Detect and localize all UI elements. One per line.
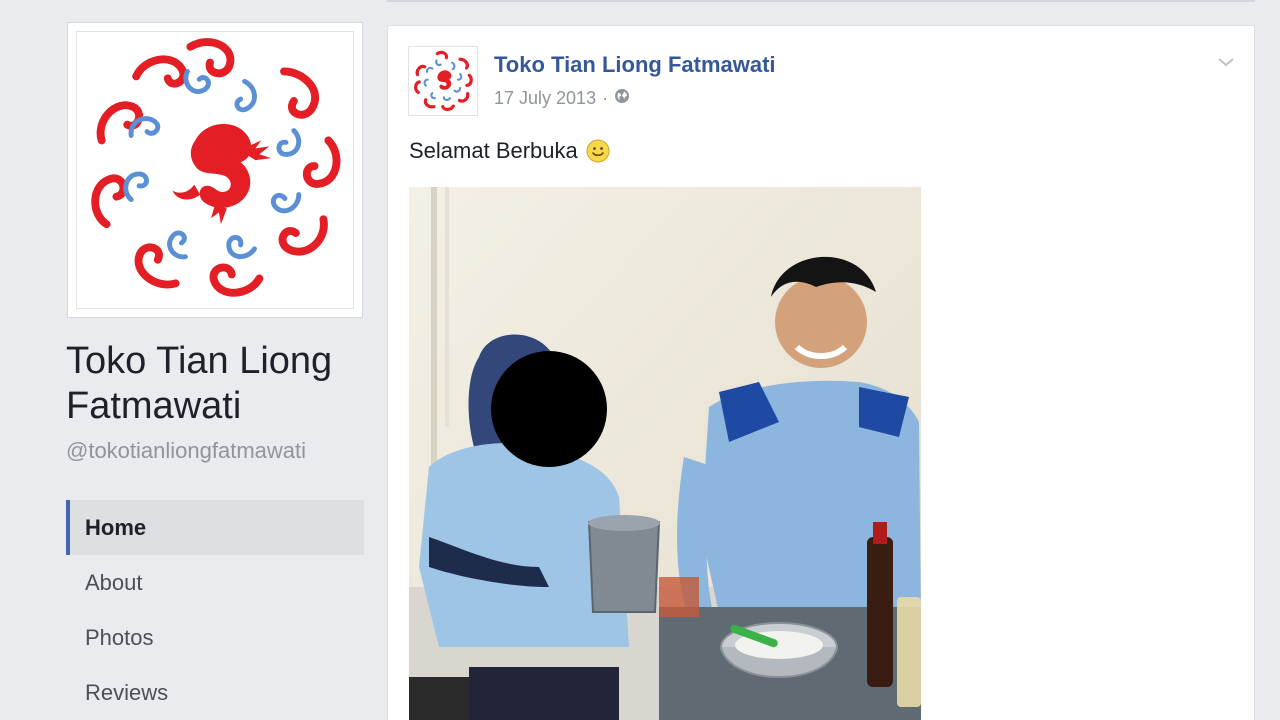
post-author-avatar[interactable] [408, 46, 478, 116]
smile-emoji-icon [586, 139, 610, 163]
facebook-page: Toko Tian Liong Fatmawati @tokotianliong… [0, 0, 1280, 720]
nav-item-about[interactable]: About [66, 555, 364, 610]
dragon-logo [76, 31, 354, 309]
top-card-edge [387, 0, 1255, 2]
nav-item-reviews[interactable]: Reviews [66, 665, 364, 720]
post-message: Selamat Berbuka [409, 138, 578, 163]
post-card: Toko Tian Liong Fatmawati 17 July 2013 ·… [387, 25, 1255, 720]
meta-separator: · [602, 88, 609, 108]
post-photo[interactable] [409, 187, 921, 720]
nav-item-home[interactable]: Home [66, 500, 364, 555]
post-author-link[interactable]: Toko Tian Liong Fatmawati [494, 52, 776, 78]
post-date[interactable]: 17 July 2013 [494, 88, 596, 109]
globe-icon [614, 88, 630, 109]
nav-item-photos[interactable]: Photos [66, 610, 364, 665]
profile-picture[interactable] [67, 22, 363, 318]
post-meta: 17 July 2013 · [494, 88, 630, 109]
chevron-down-icon[interactable] [1216, 52, 1236, 72]
page-title: Toko Tian Liong Fatmawati [66, 340, 333, 427]
page-handle: @tokotianliongfatmawati [66, 438, 307, 463]
page-nav: Home About Photos Reviews [66, 500, 364, 720]
post-text: Selamat Berbuka [409, 138, 610, 164]
